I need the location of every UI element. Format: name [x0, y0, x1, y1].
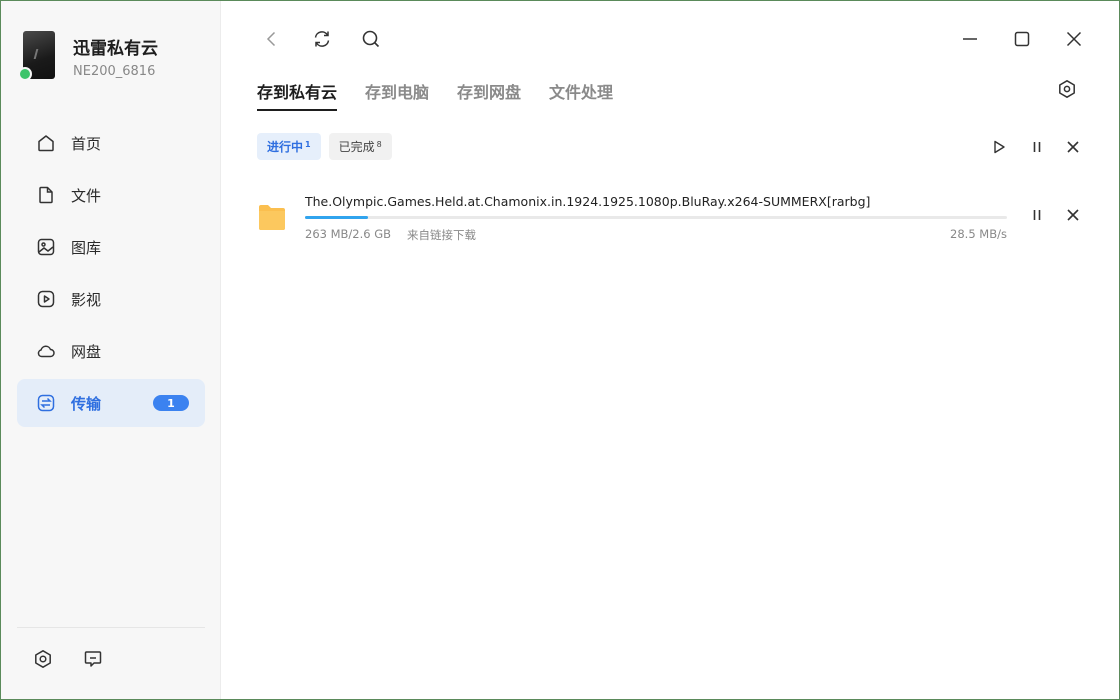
tab-save-to-netdisk[interactable]: 存到网盘: [457, 79, 521, 111]
gear-icon: [1059, 80, 1075, 98]
refresh-icon: [314, 31, 330, 47]
home-icon: [35, 132, 57, 154]
sidebar-nav: 首页 文件 图库 影视 网盘 传输 1: [17, 119, 205, 431]
delete-task-button[interactable]: [1062, 204, 1084, 226]
settings-button[interactable]: [1053, 75, 1081, 103]
sidebar-item-label: 影视: [71, 290, 102, 309]
chevron-left-icon: [266, 31, 276, 47]
filter-count: 8: [376, 140, 382, 149]
sidebar: 迅雷私有云 NE200_6816 首页 文件 图库 影视 网盘 传输 1: [1, 1, 221, 699]
sidebar-item-label: 首页: [71, 134, 102, 153]
back-button[interactable]: [258, 25, 286, 53]
status-filters: 进行中 1 已完成 8: [257, 133, 392, 160]
task-speed: 28.5 MB/s: [950, 227, 1007, 241]
play-icon: [994, 140, 1005, 154]
filter-count: 1: [305, 140, 311, 149]
delete-all-button[interactable]: [1062, 136, 1084, 158]
main-content: 存到私有云 存到电脑 存到网盘 文件处理 进行中 1 已完成 8 The.Oly…: [222, 1, 1119, 699]
close-icon: [1067, 141, 1079, 153]
task-name: The.Olympic.Games.Held.at.Chamonix.in.19…: [305, 194, 871, 209]
tab-file-processing[interactable]: 文件处理: [549, 79, 613, 111]
video-icon: [35, 288, 57, 310]
file-icon: [35, 184, 57, 206]
transfer-icon: [35, 392, 57, 414]
sidebar-item-cloud[interactable]: 网盘: [17, 327, 205, 375]
close-icon: [1067, 209, 1079, 221]
filter-label: 已完成: [338, 140, 375, 154]
maximize-button[interactable]: [1008, 25, 1036, 53]
filter-label: 进行中: [267, 140, 304, 154]
task-size: 263 MB/2.6 GB: [305, 227, 392, 241]
sidebar-item-label: 文件: [71, 186, 102, 205]
sidebar-item-label: 图库: [71, 238, 102, 257]
sidebar-item-label: 传输: [71, 394, 102, 413]
wifi-status-icon: [18, 67, 32, 81]
device-id: NE200_6816: [73, 64, 156, 79]
filter-in-progress[interactable]: 进行中 1: [257, 133, 321, 160]
close-icon: [1066, 31, 1082, 47]
tab-save-to-pc[interactable]: 存到电脑: [365, 79, 429, 111]
minimize-icon: [963, 38, 977, 40]
maximize-icon: [1014, 31, 1030, 47]
sidebar-item-gallery[interactable]: 图库: [17, 223, 205, 271]
app-window: 迅雷私有云 NE200_6816 首页 文件 图库 影视 网盘 传输 1 存到私…: [0, 0, 1120, 700]
device-card[interactable]: 迅雷私有云 NE200_6816: [18, 29, 221, 85]
pause-icon: [1033, 210, 1041, 220]
sidebar-item-video[interactable]: 影视: [17, 275, 205, 323]
filter-completed[interactable]: 已完成 8: [328, 133, 392, 160]
folder-icon: [259, 205, 285, 230]
minimize-button[interactable]: [956, 25, 984, 53]
settings-hex-icon[interactable]: [31, 647, 55, 671]
sidebar-item-home[interactable]: 首页: [17, 119, 205, 167]
sidebar-item-files[interactable]: 文件: [17, 171, 205, 219]
feedback-icon[interactable]: [81, 647, 105, 671]
gallery-icon: [35, 236, 57, 258]
pause-icon: [1033, 142, 1041, 152]
start-all-button[interactable]: [988, 136, 1010, 158]
progress-bar: [305, 216, 1007, 219]
progress-fill: [305, 216, 369, 219]
task-row[interactable]: The.Olympic.Games.Held.at.Chamonix.in.19…: [257, 187, 1087, 247]
search-icon: [362, 30, 380, 48]
close-window-button[interactable]: [1060, 25, 1088, 53]
pause-task-button[interactable]: [1026, 204, 1048, 226]
refresh-button[interactable]: [308, 25, 336, 53]
device-name: 迅雷私有云: [73, 39, 158, 59]
destination-tabs: 存到私有云 存到电脑 存到网盘 文件处理: [257, 79, 613, 111]
sidebar-divider: [17, 627, 205, 628]
search-button[interactable]: [357, 25, 385, 53]
sidebar-bottom-tools: [31, 647, 105, 671]
pause-all-button[interactable]: [1026, 136, 1048, 158]
cloud-icon: [35, 340, 57, 362]
tab-save-to-private-cloud[interactable]: 存到私有云: [257, 79, 338, 111]
sidebar-item-transfer[interactable]: 传输 1: [17, 379, 205, 427]
task-source: 来自链接下载: [407, 228, 476, 242]
sidebar-item-label: 网盘: [71, 342, 102, 361]
transfer-count-badge: 1: [153, 395, 189, 411]
